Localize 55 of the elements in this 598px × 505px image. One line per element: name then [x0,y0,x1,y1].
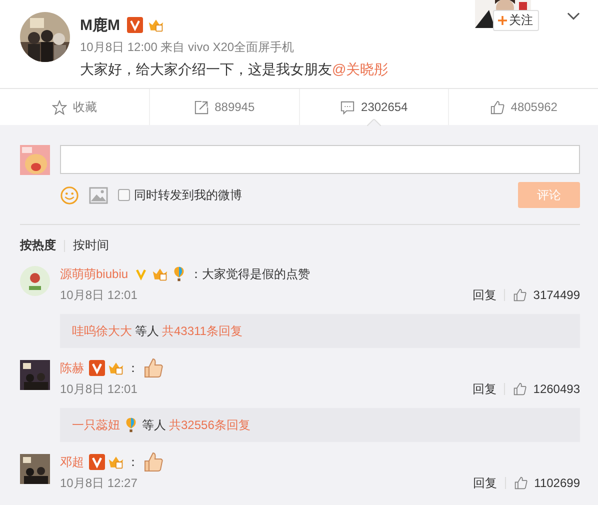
comment-date: 10月8日 12:27 [60,474,138,492]
follow-button[interactable]: 关注 [493,10,539,31]
thumbs-up-icon [513,382,528,396]
replies-count-link[interactable]: 共32556条回复 [169,416,250,434]
share-icon [194,100,209,114]
crown-icon [108,360,124,376]
comment-icon [340,100,356,114]
commenter-name[interactable]: 邓超 [60,454,84,470]
share-checkbox[interactable] [118,189,130,201]
replies-count-link[interactable]: 共43311条回复 [162,322,242,340]
comment-input[interactable] [60,145,580,174]
reply-link[interactable]: 回复 [472,286,496,304]
reply-link[interactable]: 回复 [473,474,498,492]
replier-name[interactable]: 哇呜徐大大 [72,322,132,340]
action-button[interactable]: 收藏 [52,98,97,116]
thumbs-up-icon [142,357,164,379]
crown-icon [148,17,164,33]
crown-icon [152,266,168,282]
sort-tab[interactable]: 按时间 [73,237,109,254]
post-text: 大家好，给大家介绍一下，这是我女朋友 [80,61,332,77]
like-button[interactable]: 1102699 [514,476,580,490]
commenter-name[interactable]: 源萌萌biubiu [60,266,128,282]
verified-icon [89,360,105,376]
verified-icon [127,17,143,33]
like-button[interactable]: 3174499 [513,288,580,302]
image-icon[interactable] [89,186,108,204]
star-icon [52,100,67,114]
plus-icon [498,16,507,25]
replier-name[interactable]: 一只蕊妞 [72,416,120,434]
comment-date: 10月8日 12:01 [60,286,138,304]
action-button[interactable]: 2302654 [340,100,408,114]
commenter-name[interactable]: 陈赫 [60,360,84,376]
reply-link[interactable]: 回复 [472,380,496,398]
crown-icon [108,454,124,470]
comment-text: ：大家觉得是假的点赞 [190,266,310,282]
thumbs-up-icon [513,288,528,302]
thumbs-up-icon [514,476,528,490]
like-button[interactable]: 1260493 [513,382,580,396]
author-name[interactable]: M鹿M [80,16,120,34]
action-button[interactable]: 889945 [194,100,255,114]
verified-icon [89,454,105,470]
sort-tab[interactable]: 按热度 [20,237,56,254]
replies-others: 等人 [135,322,159,340]
mention-link[interactable]: @关晓彤 [332,61,388,77]
comment-date: 10月8日 12:01 [60,380,138,398]
comment-text: ： [127,360,139,376]
smiley-icon[interactable] [60,186,79,204]
comment-text: ： [127,454,139,470]
action-button[interactable]: 4805962 [490,100,558,114]
thumbs-up-icon [490,100,505,114]
share-label: 同时转发到我的微博 [134,186,242,204]
chevron-down-icon[interactable] [567,12,580,20]
post-meta: 10月8日 12:00 来自 vivo X20全面屏手机 [80,39,296,56]
replies-others: 等人 [142,416,166,434]
thumbs-up-icon [142,451,164,473]
